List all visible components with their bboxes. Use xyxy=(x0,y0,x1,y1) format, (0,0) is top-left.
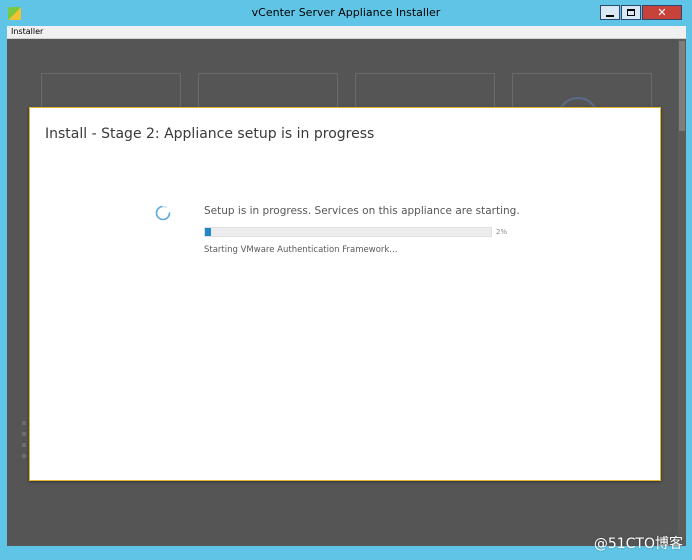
setup-progress-dialog: Install - Stage 2: Appliance setup is in… xyxy=(29,107,661,481)
dialog-title: Install - Stage 2: Appliance setup is in… xyxy=(45,126,375,142)
title-bar[interactable]: vCenter Server Appliance Installer ✕ xyxy=(0,0,692,26)
close-button[interactable]: ✕ xyxy=(642,5,682,20)
progress-percent: 2% xyxy=(496,228,508,236)
watermark: @51CTO博客 xyxy=(593,536,683,552)
progress-bar xyxy=(204,227,492,237)
progress-detail-text: Starting VMware Authentication Framework… xyxy=(204,245,398,255)
progress-bar-fill xyxy=(205,228,211,236)
vertical-scrollbar[interactable] xyxy=(678,39,686,546)
background-bullets xyxy=(22,421,28,465)
close-icon: ✕ xyxy=(657,6,667,19)
minimize-icon xyxy=(606,14,614,17)
menu-item-installer[interactable]: Installer xyxy=(11,27,43,36)
window-title: vCenter Server Appliance Installer xyxy=(251,6,441,19)
minimize-button[interactable] xyxy=(600,5,620,20)
maximize-icon xyxy=(627,9,635,16)
menu-bar: Installer xyxy=(7,26,686,39)
setup-status-text: Setup is in progress. Services on this a… xyxy=(204,205,520,217)
scrollbar-thumb[interactable] xyxy=(679,41,685,131)
maximize-button[interactable] xyxy=(621,5,641,20)
window-controls: ✕ xyxy=(599,5,682,21)
installer-window: vCenter Server Appliance Installer ✕ Ins… xyxy=(0,0,692,560)
loading-spinner-icon xyxy=(155,205,171,221)
